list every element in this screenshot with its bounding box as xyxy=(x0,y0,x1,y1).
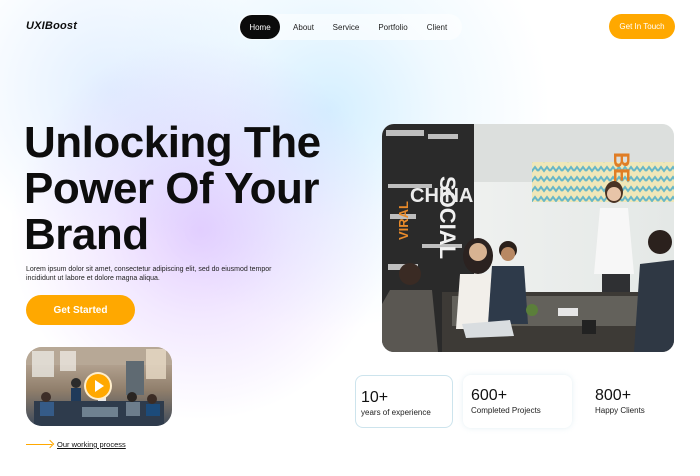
wall-word-viral: VIRAL xyxy=(396,201,411,240)
arrow-right-icon xyxy=(26,444,52,445)
stat-value: 600+ xyxy=(471,387,508,404)
team-meeting-image: SOCIAL CHINA VIRAL BE xyxy=(382,124,674,352)
nav-item-service[interactable]: Service xyxy=(323,15,369,39)
stat-experience: 10+ years of experience xyxy=(361,389,431,418)
stat-value: 800+ xyxy=(595,387,632,404)
hero-description: Lorem ipsum dolor sit amet, consectetur … xyxy=(26,266,272,282)
hero-headline: Unlocking The Power Of Your Brand xyxy=(24,120,354,258)
stat-label: years of experience xyxy=(361,408,431,417)
stat-projects: 600+ Completed Projects xyxy=(471,387,541,416)
get-started-button[interactable]: Get Started xyxy=(26,295,135,325)
stat-label: Happy Clients xyxy=(595,406,645,415)
process-video-thumbnail[interactable] xyxy=(26,347,172,426)
main-nav: Home About Service Portfolio Client xyxy=(238,14,462,40)
nav-item-about[interactable]: About xyxy=(284,15,323,39)
brand-logo[interactable]: UXIBoost xyxy=(26,20,77,32)
headline-line-3: Brand xyxy=(24,210,149,259)
wall-word-china: CHINA xyxy=(410,185,473,207)
get-in-touch-button[interactable]: Get In Touch xyxy=(609,14,675,39)
play-icon[interactable] xyxy=(84,372,112,400)
working-process-link[interactable]: Our working process xyxy=(26,440,126,449)
nav-item-home[interactable]: Home xyxy=(240,15,280,39)
headline-line-1: Unlocking The xyxy=(24,118,321,167)
stat-value: 10+ xyxy=(361,389,389,406)
stat-label: Completed Projects xyxy=(471,406,541,415)
nav-item-client[interactable]: Client xyxy=(417,15,457,39)
headline-line-2: Power Of Your xyxy=(24,164,320,213)
stat-clients: 800+ Happy Clients xyxy=(595,387,645,416)
hero-team-photo: SOCIAL CHINA VIRAL BE xyxy=(382,124,674,352)
working-process-label: Our working process xyxy=(57,440,126,449)
orange-wall-lettering: BE xyxy=(609,152,634,183)
nav-item-portfolio[interactable]: Portfolio xyxy=(369,15,417,39)
